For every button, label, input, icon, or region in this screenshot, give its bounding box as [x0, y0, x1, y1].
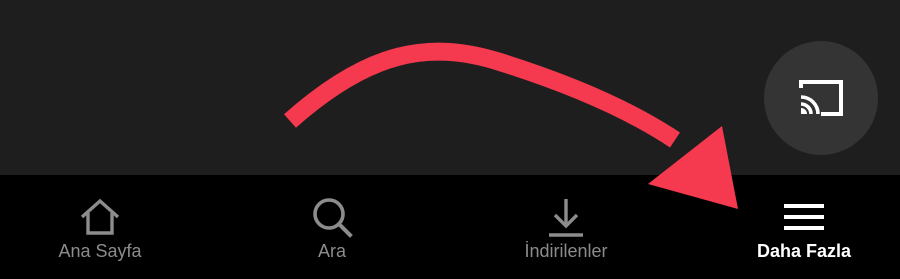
nav-label-search: Ara [317, 241, 346, 261]
search-icon [304, 189, 360, 245]
nav-item-home[interactable]: Ana Sayfa [0, 175, 200, 279]
nav-item-search[interactable]: Ara [232, 175, 432, 279]
download-icon [538, 189, 594, 245]
bottom-navigation: Ana Sayfa Ara İndirilenler Daha Fazla [0, 175, 900, 279]
cast-button[interactable] [764, 41, 878, 155]
nav-item-more[interactable]: Daha Fazla [704, 175, 900, 279]
nav-label-more: Daha Fazla [756, 241, 852, 261]
menu-icon [776, 189, 832, 245]
nav-item-downloads[interactable]: İndirilenler [466, 175, 666, 279]
nav-label-downloads: İndirilenler [524, 241, 608, 261]
app-screen: Ana Sayfa Ara İndirilenler Daha Fazla [0, 0, 900, 279]
nav-label-home: Ana Sayfa [58, 241, 142, 261]
home-icon [72, 189, 128, 245]
cast-icon [799, 80, 843, 116]
